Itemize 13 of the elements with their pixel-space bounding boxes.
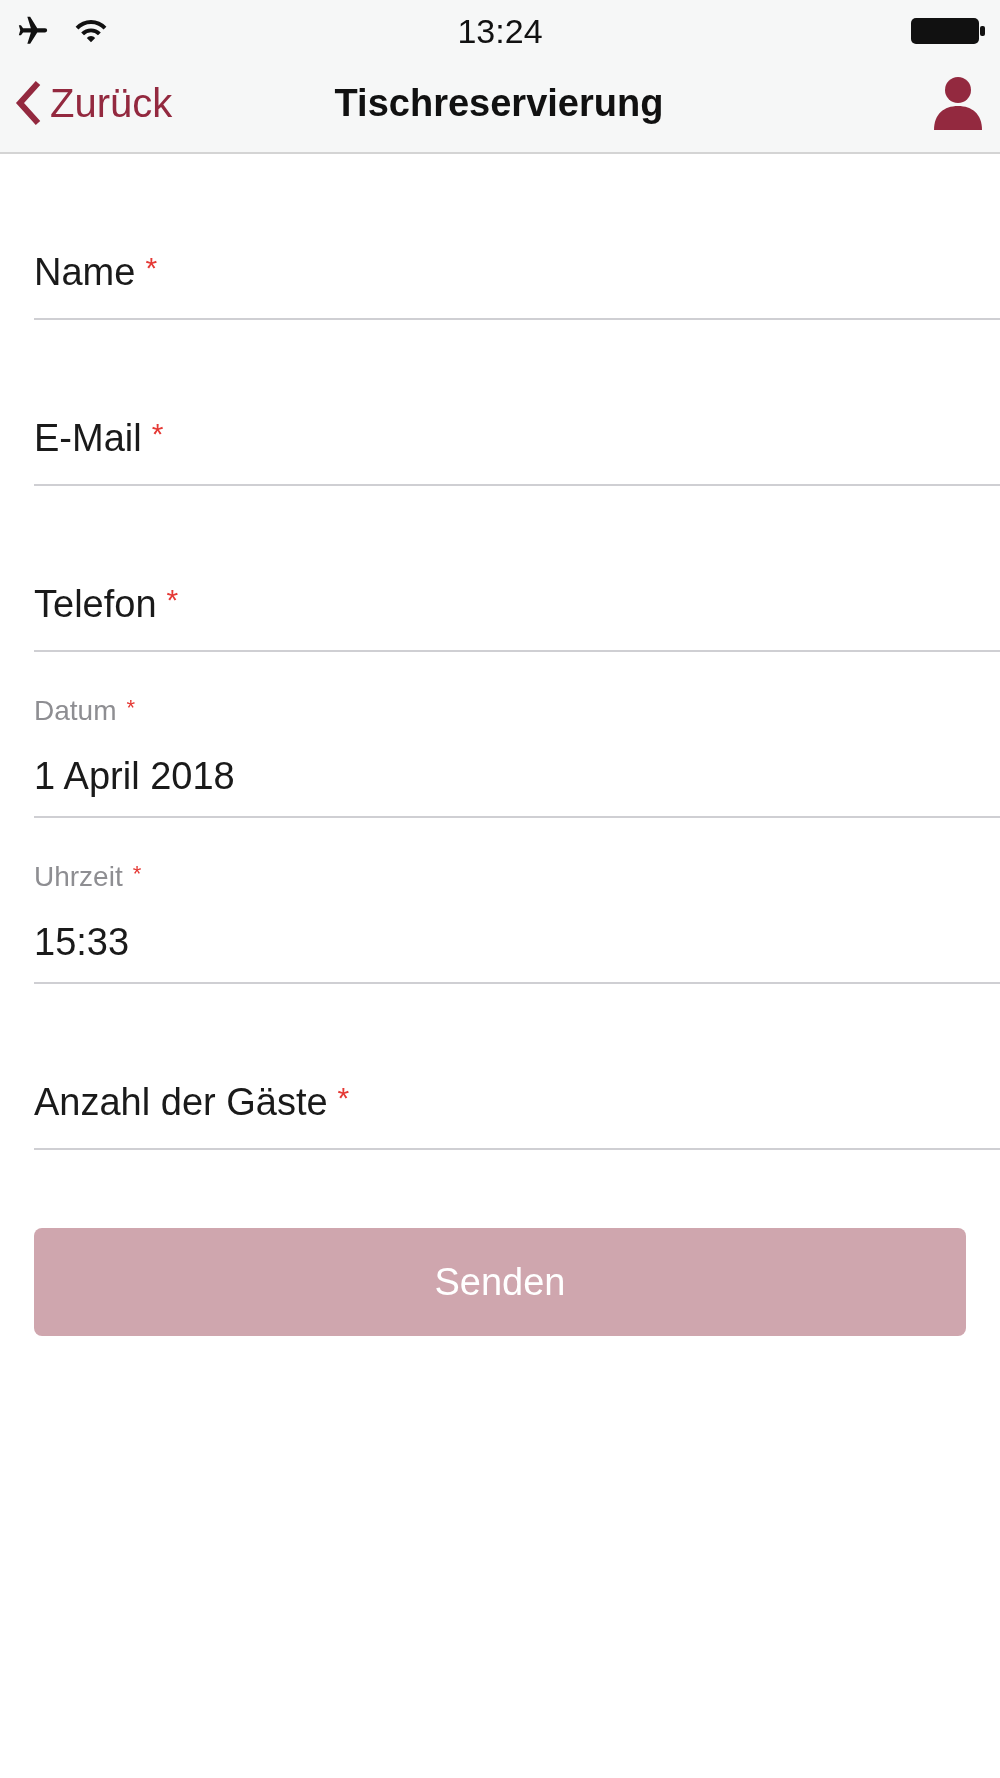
battery-icon	[910, 16, 986, 46]
input-field[interactable]: Anzahl der Gäste *	[34, 984, 1000, 1150]
input-field[interactable]: E-Mail *	[34, 320, 1000, 486]
status-time: 13:24	[456, 11, 544, 51]
screen-title: Tischreservierung	[333, 81, 665, 125]
wifi-icon	[74, 17, 108, 45]
input-field[interactable]: Uhrzeit * 15:33	[34, 818, 1000, 984]
input-field[interactable]: Datum * 1 April 2018	[34, 652, 1000, 818]
input-field[interactable]: Name *	[34, 154, 1000, 320]
back-button[interactable]: Zurück	[14, 79, 274, 127]
chevron-icon	[14, 79, 42, 127]
input-field[interactable]: Telefon *	[34, 486, 1000, 652]
person-icon	[932, 76, 984, 130]
